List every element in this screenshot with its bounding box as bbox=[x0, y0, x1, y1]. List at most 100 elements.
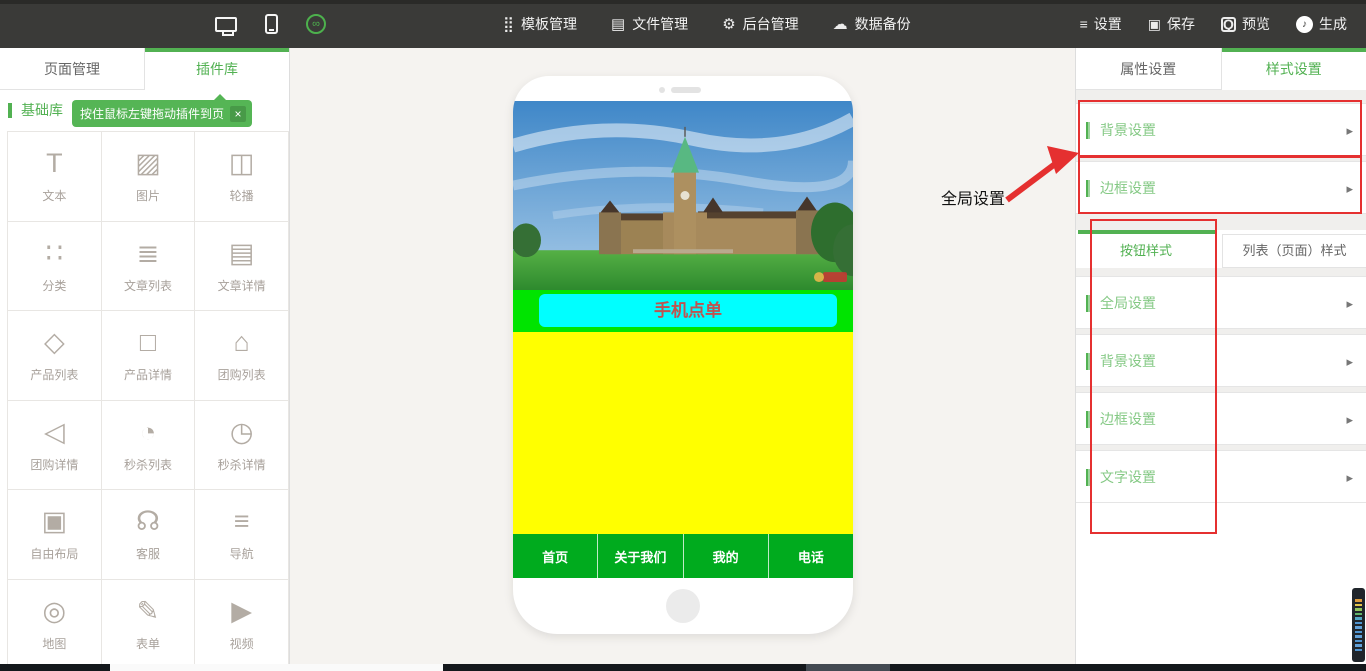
section-background-settings[interactable]: 背景设置 ▸ bbox=[1076, 103, 1366, 156]
topbar-menu-label: 数据备份 bbox=[855, 14, 911, 34]
mobile-preview-icon[interactable] bbox=[265, 14, 278, 34]
section-marker bbox=[1086, 295, 1090, 312]
taskbar-gray-segment[interactable] bbox=[806, 664, 890, 671]
plugin-cell[interactable]: ◎ 地图 bbox=[8, 580, 102, 670]
phone-camera-dot bbox=[659, 87, 665, 93]
product-detail-icon: □ bbox=[140, 327, 156, 357]
drag-hint-tooltip: 按住鼠标左键拖动插件到页 × bbox=[72, 100, 252, 127]
article-detail-icon: ▤ bbox=[229, 238, 255, 268]
topbar-menu-label: 文件管理 bbox=[632, 14, 688, 34]
chevron-right-icon: ▸ bbox=[1346, 335, 1353, 388]
save-button[interactable]: ▣ 保存 bbox=[1135, 0, 1208, 48]
plugin-label: 轮播 bbox=[230, 187, 254, 204]
topbar-menu: ⣿ 模板管理 ▤ 文件管理 ⚙ 后台管理 ☁ 数据备份 bbox=[486, 0, 928, 48]
chevron-right-icon: ▸ bbox=[1346, 451, 1353, 504]
plugin-cell[interactable]: ▤ 文章详情 bbox=[195, 222, 289, 312]
topbar-menu-item[interactable]: ▤ 文件管理 bbox=[594, 0, 705, 48]
plugin-cell[interactable]: ▶ 视频 bbox=[195, 580, 289, 670]
plugin-cell[interactable]: ◁ 团购详情 bbox=[8, 401, 102, 491]
plugin-label: 分类 bbox=[42, 277, 66, 294]
map-icon: ◎ bbox=[43, 596, 67, 626]
plugin-cell[interactable]: ▨ 图片 bbox=[102, 132, 196, 222]
save-icon: ▣ bbox=[1148, 16, 1161, 33]
tab-attribute-settings[interactable]: 属性设置 bbox=[1076, 48, 1222, 90]
topbar-menu-item[interactable]: ☁ 数据备份 bbox=[816, 0, 928, 48]
topbar-menu-item[interactable]: ⣿ 模板管理 bbox=[486, 0, 594, 48]
phone-body-block[interactable] bbox=[513, 332, 853, 534]
library-label: 基础库 bbox=[21, 90, 63, 131]
phone-nav-item[interactable]: 我的 bbox=[683, 534, 768, 578]
phone-hero-image[interactable] bbox=[513, 101, 853, 290]
file-manager-icon: ▤ bbox=[611, 15, 625, 33]
preview-button[interactable]: Q 预览 bbox=[1208, 0, 1283, 48]
carousel-icon: ◫ bbox=[229, 148, 255, 178]
tab-list-page-style[interactable]: 列表（页面）样式 bbox=[1222, 234, 1366, 268]
plugin-cell[interactable]: ◇ 产品列表 bbox=[8, 311, 102, 401]
plugin-label: 产品列表 bbox=[30, 366, 78, 383]
topbar-menu-item[interactable]: ⚙ 后台管理 bbox=[705, 0, 815, 48]
taskbar-edge bbox=[0, 664, 1366, 671]
plugin-cell[interactable]: ∷ 分类 bbox=[8, 222, 102, 312]
form-icon: ✎ bbox=[137, 596, 160, 626]
generate-button[interactable]: ♪ 生成 bbox=[1283, 0, 1360, 48]
free-layout-icon: ▣ bbox=[42, 506, 68, 536]
plugin-cell[interactable]: □ 产品详情 bbox=[102, 311, 196, 401]
phone-nav-item[interactable]: 首页 bbox=[513, 534, 597, 578]
panel-gap bbox=[1076, 214, 1366, 230]
phone-title-button[interactable]: 手机点单 bbox=[539, 294, 837, 327]
generate-icon: ♪ bbox=[1296, 16, 1313, 33]
preview-magnifier-icon: Q bbox=[1221, 17, 1236, 32]
admin-gear-icon: ⚙ bbox=[722, 15, 735, 33]
taskbar-light-segment[interactable] bbox=[110, 664, 443, 671]
plugin-cell[interactable]: ◫ 轮播 bbox=[195, 132, 289, 222]
panel-gap bbox=[1076, 90, 1366, 103]
video-icon: ▶ bbox=[231, 596, 252, 626]
settings-sliders-icon: ≡ bbox=[1080, 16, 1088, 32]
text-icon: T bbox=[46, 148, 63, 178]
phone-nav-item[interactable]: 关于我们 bbox=[597, 534, 682, 578]
plugin-cell[interactable]: ◔ 秒杀列表 bbox=[102, 401, 196, 491]
desktop-preview-icon[interactable] bbox=[215, 17, 237, 32]
plugin-cell[interactable]: ≡ 导航 bbox=[195, 490, 289, 580]
plugin-label: 秒杀列表 bbox=[124, 456, 172, 473]
phone-mockup: 手机点单 首页 关于我们 我的 电话 bbox=[513, 76, 853, 634]
section-marker bbox=[1086, 180, 1090, 197]
plugin-cell[interactable]: ◷ 秒杀详情 bbox=[195, 401, 289, 491]
flashsale-list-icon: ◔ bbox=[140, 417, 156, 447]
section-text-settings[interactable]: 文字设置 ▸ bbox=[1076, 450, 1366, 503]
settings-button[interactable]: ≡ 设置 bbox=[1067, 0, 1135, 48]
tab-page-manage[interactable]: 页面管理 bbox=[0, 48, 145, 90]
section-button-border-settings[interactable]: 边框设置 ▸ bbox=[1076, 392, 1366, 445]
plugin-label: 表单 bbox=[136, 635, 160, 652]
phone-home-button[interactable] bbox=[666, 589, 700, 623]
navigation-icon: ≡ bbox=[234, 506, 250, 536]
template-grid-icon: ⣿ bbox=[503, 15, 514, 33]
groupbuy-list-icon: ⌂ bbox=[234, 327, 250, 357]
tooltip-close-icon[interactable]: × bbox=[230, 106, 246, 122]
plugin-cell[interactable]: ▣ 自由布局 bbox=[8, 490, 102, 580]
chevron-right-icon: ▸ bbox=[1346, 104, 1353, 157]
tab-button-style[interactable]: 按钮样式 bbox=[1076, 234, 1216, 268]
tab-plugin-library[interactable]: 插件库 bbox=[145, 48, 289, 90]
link-icon[interactable]: ∞ bbox=[306, 14, 326, 34]
settings-panel: 属性设置 样式设置 背景设置 ▸ 边框设置 ▸ 按钮样式 列表（页面）样式 全局… bbox=[1075, 48, 1366, 671]
section-global-settings[interactable]: 全局设置 ▸ bbox=[1076, 276, 1366, 329]
plugin-cell[interactable]: ☊ 客服 bbox=[102, 490, 196, 580]
panel-gap bbox=[1076, 268, 1366, 276]
plugin-label: 团购详情 bbox=[30, 456, 78, 473]
section-border-settings[interactable]: 边框设置 ▸ bbox=[1076, 161, 1366, 214]
phone-nav-item[interactable]: 电话 bbox=[768, 534, 853, 578]
side-color-widget[interactable] bbox=[1352, 588, 1365, 662]
plugin-cell[interactable]: ⌂ 团购列表 bbox=[195, 311, 289, 401]
section-marker bbox=[1086, 411, 1090, 428]
tab-style-settings[interactable]: 样式设置 bbox=[1222, 48, 1366, 90]
tooltip-text: 按住鼠标左键拖动插件到页 bbox=[80, 105, 224, 122]
left-panel-tabs: 页面管理 插件库 bbox=[0, 48, 289, 90]
plugin-label: 自由布局 bbox=[30, 545, 78, 562]
plugin-cell[interactable]: ✎ 表单 bbox=[102, 580, 196, 670]
plugin-cell[interactable]: ≣ 文章列表 bbox=[102, 222, 196, 312]
section-marker bbox=[1086, 469, 1090, 486]
chevron-right-icon: ▸ bbox=[1346, 162, 1353, 215]
plugin-cell[interactable]: T 文本 bbox=[8, 132, 102, 222]
section-button-background-settings[interactable]: 背景设置 ▸ bbox=[1076, 334, 1366, 387]
